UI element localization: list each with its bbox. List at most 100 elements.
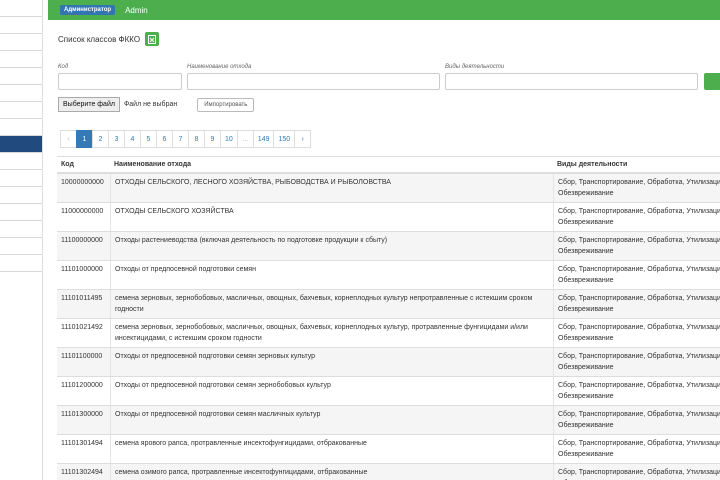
activities-cell: Сбор, Транспортирование, Обработка, Утил… bbox=[553, 464, 720, 480]
pagination-page[interactable]: 10 bbox=[220, 130, 238, 148]
activities-cell: Сбор, Транспортирование, Обработка, Утил… bbox=[553, 261, 720, 289]
code-cell: 11101011495 bbox=[61, 295, 103, 302]
pagination-page[interactable]: 3 bbox=[108, 130, 125, 148]
table-row[interactable]: 11101100000 Отходы от предпосевной подгот… bbox=[57, 348, 720, 377]
sidebar bbox=[0, 0, 43, 480]
name-cell: семена озимого рапса, протравленные инсе… bbox=[110, 464, 553, 480]
sidebar-item[interactable] bbox=[0, 68, 42, 85]
sidebar-item[interactable] bbox=[0, 255, 42, 272]
table-row[interactable]: 11101011495 семена зерновых, зернобобовых… bbox=[57, 290, 720, 319]
table-row[interactable]: 11101300000 Отходы от предпосевной подгот… bbox=[57, 406, 720, 435]
name-cell: ОТХОДЫ СЕЛЬСКОГО, ЛЕСНОГО ХОЗЯЙСТВА, РЫБ… bbox=[110, 174, 553, 202]
name-cell: Отходы от предпосевной подготовки семян … bbox=[110, 406, 553, 434]
page-title-row: Список классов ФККО bbox=[58, 32, 160, 46]
code-cell: 11100000000 bbox=[61, 237, 103, 244]
fkko-table: Код Наименование отхода Виды деятельност… bbox=[57, 156, 720, 480]
name-cell: семена зерновых, зернобобовых, масличных… bbox=[110, 319, 553, 347]
pagination-page[interactable]: 4 bbox=[124, 130, 141, 148]
sidebar-item-active[interactable] bbox=[0, 136, 42, 153]
sidebar-item[interactable] bbox=[0, 119, 42, 136]
activities-cell: Сбор, Транспортирование, Обработка, Утил… bbox=[553, 348, 720, 376]
pagination-page[interactable]: 9 bbox=[204, 130, 221, 148]
sidebar-item[interactable] bbox=[0, 0, 42, 17]
table-row[interactable]: 11101302494 семена озимого рапса, протрав… bbox=[57, 464, 720, 480]
sidebar-item[interactable] bbox=[0, 187, 42, 204]
sidebar-item[interactable] bbox=[0, 17, 42, 34]
code-cell: 11000000000 bbox=[61, 208, 104, 215]
header-name: Наименование отхода bbox=[114, 161, 192, 168]
table-body: 10000000000 ОТХОДЫ СЕЛЬСКОГО, ЛЕСНОГО ХОЗ… bbox=[57, 174, 720, 480]
pagination-page[interactable]: 8 bbox=[188, 130, 205, 148]
code-cell: 11101200000 bbox=[61, 382, 103, 389]
file-status-text: Файл не выбран bbox=[123, 101, 178, 108]
filter-search-button[interactable] bbox=[704, 73, 720, 90]
pagination-page[interactable]: 5 bbox=[140, 130, 157, 148]
code-cell: 11101100000 bbox=[61, 353, 103, 360]
code-cell: 11101000000 bbox=[61, 266, 103, 273]
activities-cell: Сбор, Транспортирование, Обработка, Утил… bbox=[553, 377, 720, 405]
pagination-page[interactable]: 150 bbox=[273, 130, 296, 148]
name-cell: Отходы от предпосевной подготовки семян … bbox=[110, 348, 553, 376]
sidebar-item[interactable] bbox=[0, 204, 42, 221]
page-title: Список классов ФККО bbox=[58, 34, 141, 44]
sidebar-item[interactable] bbox=[0, 102, 42, 119]
excel-export-button[interactable] bbox=[145, 32, 160, 46]
sidebar-item[interactable] bbox=[0, 85, 42, 102]
name-cell: ОТХОДЫ СЕЛЬСКОГО ХОЗЯЙСТВА bbox=[110, 203, 553, 231]
activities-cell: Сбор, Транспортирование, Обработка, Утил… bbox=[553, 232, 720, 260]
user-menu[interactable]: Admin bbox=[125, 6, 148, 15]
pagination-page[interactable]: 2 bbox=[92, 130, 109, 148]
header-activities: Виды деятельности bbox=[557, 161, 628, 168]
code-cell: 10000000000 bbox=[61, 179, 104, 186]
import-row: Выберите файл Файл не выбран Импортирова… bbox=[58, 97, 255, 112]
activities-cell: Сбор, Транспортирование, Обработка, Утил… bbox=[553, 203, 720, 231]
table-row[interactable]: 11000000000 ОТХОДЫ СЕЛЬСКОГО ХОЗЯЙСТВА Сбо… bbox=[57, 203, 720, 232]
activity-filter-label: Виды деятельности bbox=[445, 64, 505, 70]
name-filter-input[interactable] bbox=[187, 73, 440, 90]
name-cell: семена зерновых, зернобобовых, масличных… bbox=[110, 290, 553, 318]
activity-filter-input[interactable] bbox=[445, 73, 698, 90]
pagination: ‹ 1 2 3 4 5 6 7 8 9 10... 149 150 › bbox=[60, 130, 312, 148]
choose-file-button[interactable]: Выберите файл bbox=[58, 97, 120, 112]
main-content: Список классов ФККО Код Наименование отх… bbox=[48, 20, 720, 480]
name-cell: Отходы от предпосевной подготовки семян bbox=[110, 261, 553, 289]
role-badge: Администратор bbox=[60, 5, 116, 15]
code-cell: 11101302494 bbox=[61, 469, 103, 476]
activities-cell: Сбор, Транспортирование, Обработка, Утил… bbox=[553, 406, 720, 434]
sidebar-item[interactable] bbox=[0, 34, 42, 51]
table-row[interactable]: 11101200000 Отходы от предпосевной подгот… bbox=[57, 377, 720, 406]
table-row[interactable]: 10000000000 ОТХОДЫ СЕЛЬСКОГО, ЛЕСНОГО ХОЗ… bbox=[57, 174, 720, 203]
pagination-page[interactable]: 7 bbox=[172, 130, 189, 148]
pagination-prev-button[interactable]: ‹ bbox=[60, 130, 77, 148]
sidebar-item[interactable] bbox=[0, 170, 42, 187]
code-filter-input[interactable] bbox=[58, 73, 182, 90]
sidebar-item[interactable] bbox=[0, 238, 42, 255]
name-cell: Отходы растениеводства (включая деятельн… bbox=[110, 232, 553, 260]
pagination-page[interactable]: 6 bbox=[156, 130, 173, 148]
pagination-page[interactable]: 1 bbox=[76, 130, 93, 148]
code-cell: 11101021492 bbox=[61, 324, 103, 331]
pagination-next-button[interactable]: › bbox=[294, 130, 312, 148]
name-filter-label: Наименование отхода bbox=[187, 64, 252, 70]
name-cell: семена ярового рапса, протравленные инсе… bbox=[110, 435, 553, 463]
table-row[interactable]: 11101021492 семена зерновых, зернобобовых… bbox=[57, 319, 720, 348]
activities-cell: Сбор, Транспортирование, Обработка, Утил… bbox=[553, 290, 720, 318]
code-filter-label: Код bbox=[58, 64, 69, 70]
activities-cell: Сбор, Транспортирование, Обработка, Утил… bbox=[553, 174, 720, 202]
table-row[interactable]: 11101301494 семена ярового рапса, протрав… bbox=[57, 435, 720, 464]
import-button[interactable]: Импортировать bbox=[197, 97, 255, 112]
activities-cell: Сбор, Транспортирование, Обработка, Утил… bbox=[553, 319, 720, 347]
pagination-ellipsis: ... bbox=[236, 130, 254, 148]
code-cell: 11101300000 bbox=[61, 411, 103, 418]
table-header: Код Наименование отхода Виды деятельност… bbox=[57, 156, 720, 174]
code-cell: 11101301494 bbox=[61, 440, 103, 447]
table-row[interactable]: 11100000000 Отходы растениеводства (включ… bbox=[57, 232, 720, 261]
pagination-page[interactable]: 149 bbox=[252, 130, 275, 148]
sidebar-item[interactable] bbox=[0, 153, 42, 170]
table-row[interactable]: 11101000000 Отходы от предпосевной подгот… bbox=[57, 261, 720, 290]
sidebar-item[interactable] bbox=[0, 221, 42, 238]
sidebar-item[interactable] bbox=[0, 51, 42, 68]
spreadsheet-icon bbox=[148, 34, 157, 44]
activities-cell: Сбор, Транспортирование, Обработка, Утил… bbox=[553, 435, 720, 463]
name-cell: Отходы от предпосевной подготовки семян … bbox=[110, 377, 553, 405]
